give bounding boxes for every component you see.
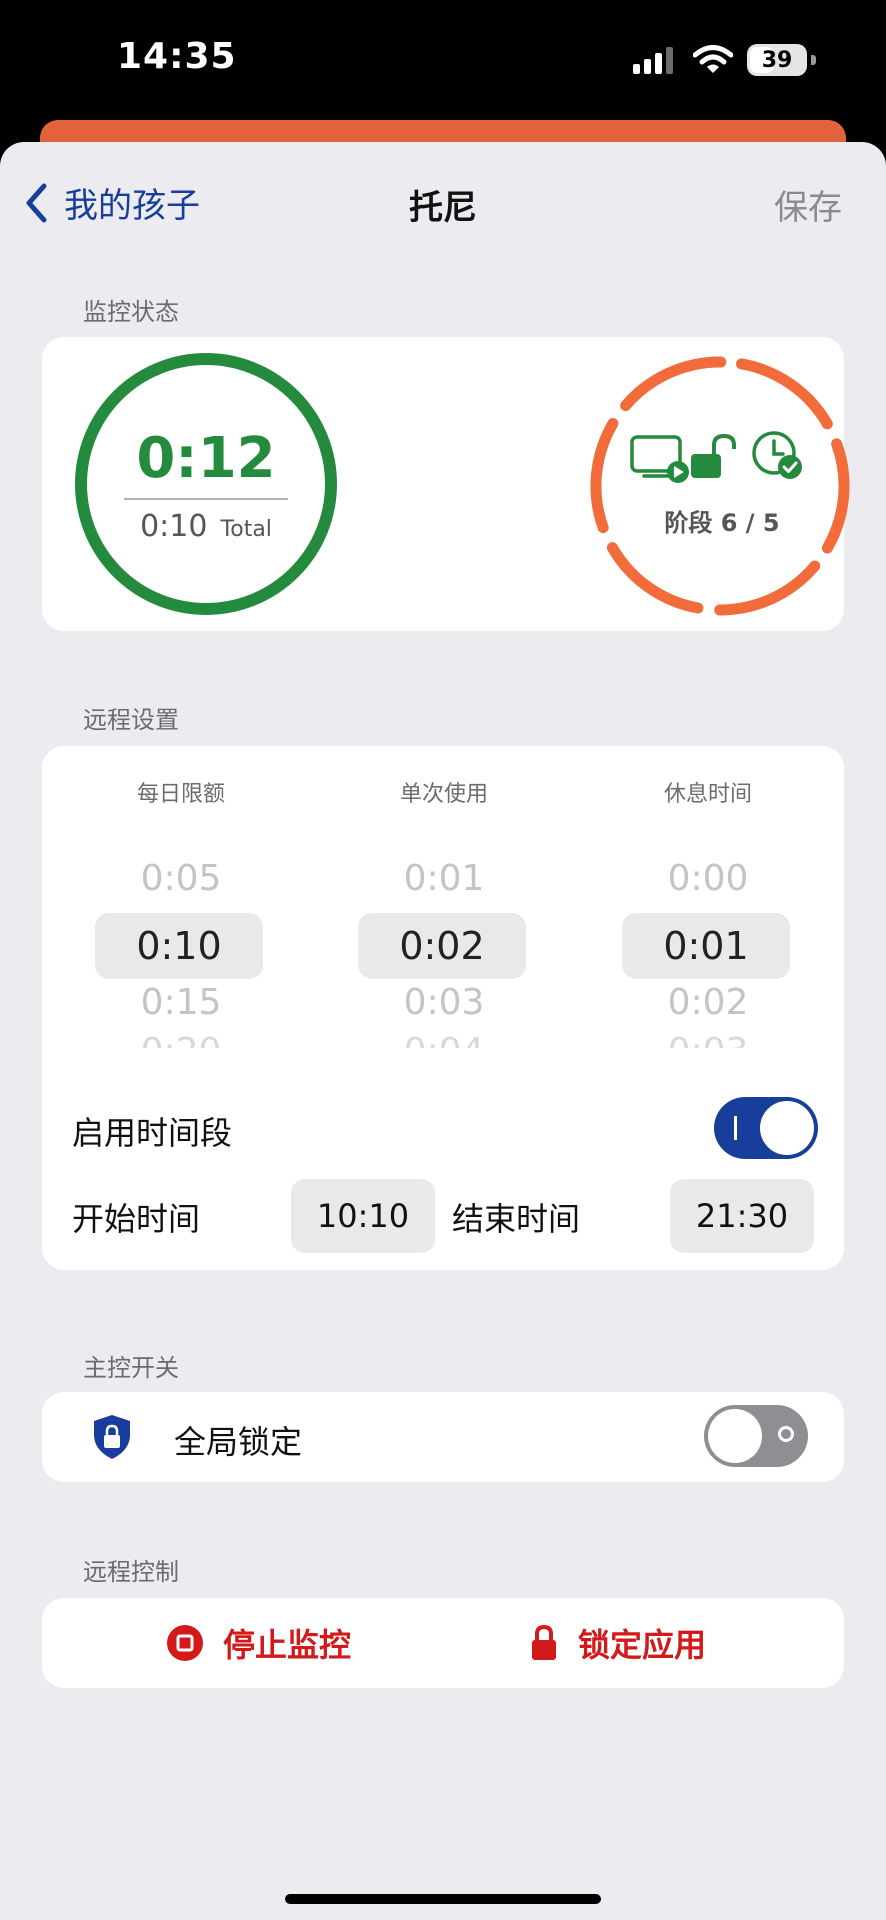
stop-monitoring-label: 停止监控 xyxy=(223,1626,352,1664)
time-used: 0:12 xyxy=(136,426,275,491)
picker-selected[interactable]: 0:02 xyxy=(358,913,526,979)
usage-ring: 0:12 0:10 Total xyxy=(75,353,337,615)
child-settings-sheet: 我的孩子 托尼 保存 监控状态 0:12 0:10 Total 阶段 6 / 5… xyxy=(0,142,886,1920)
picker-option-faint: 0:03 xyxy=(622,1034,794,1048)
picker-option-faint: 0:20 xyxy=(95,1034,267,1048)
wifi-icon xyxy=(693,45,733,73)
section-header-remote-control: 远程控制 xyxy=(83,1558,179,1586)
battery-level: 39 xyxy=(761,47,793,73)
picker-option-below[interactable]: 0:02 xyxy=(622,982,794,1023)
svg-text:0:10 Total: 0:10 Total xyxy=(140,509,272,544)
lock-apps-button[interactable]: 锁定应用 xyxy=(530,1598,706,1688)
picker-label-daily-limit: 每日限额 xyxy=(136,782,225,807)
picker-label-single-use: 单次使用 xyxy=(399,782,488,807)
picker-selected[interactable]: 0:10 xyxy=(95,913,263,979)
section-header-master-switch: 主控开关 xyxy=(83,1354,179,1382)
section-header-remote-settings: 远程设置 xyxy=(83,706,179,734)
enable-period-label: 启用时间段 xyxy=(72,1114,233,1152)
picker-label-rest-time: 休息时间 xyxy=(663,782,752,807)
cellular-signal-icon xyxy=(633,47,673,74)
status-time: 14:35 xyxy=(117,36,237,77)
status-icons: 39 xyxy=(633,42,816,78)
picker-option-above[interactable]: 0:00 xyxy=(622,858,794,899)
time-total: 0:10 xyxy=(140,509,207,544)
home-indicator xyxy=(285,1894,601,1904)
lock-icon xyxy=(532,1624,556,1660)
phase-label: 阶段 6 / 5 xyxy=(664,509,780,537)
remote-settings-card: 每日限额 0:05 0:10 0:15 0:20 单次使用 0:01 0:02 … xyxy=(42,746,844,1270)
phase-indicator: 阶段 6 / 5 xyxy=(557,337,886,637)
global-lock-label: 全局锁定 xyxy=(174,1423,303,1461)
total-label: Total xyxy=(220,517,272,542)
picker-option-below[interactable]: 0:15 xyxy=(95,982,267,1023)
monitor-status-card: 0:12 0:10 Total 阶段 6 / 5 xyxy=(42,337,850,631)
section-header-monitor: 监控状态 xyxy=(83,298,179,326)
nav-bar: 我的孩子 托尼 保存 xyxy=(0,142,886,260)
stop-circle-icon xyxy=(167,1625,203,1661)
picker-selected[interactable]: 0:01 xyxy=(622,913,790,979)
save-button[interactable]: 保存 xyxy=(774,180,842,229)
screen-play-icon xyxy=(630,435,689,483)
remote-control-card: 停止监控 锁定应用 xyxy=(42,1598,844,1688)
global-lock-toggle[interactable] xyxy=(704,1405,808,1467)
start-time-label: 开始时间 xyxy=(72,1200,201,1238)
page-title: 托尼 xyxy=(409,188,477,228)
end-time-label: 结束时间 xyxy=(452,1200,581,1238)
battery-icon: 39 xyxy=(747,44,807,76)
picker-option-faint: 0:04 xyxy=(358,1034,530,1048)
battery-tip xyxy=(811,55,816,65)
phase-ring xyxy=(590,356,850,616)
stop-monitoring-button[interactable]: 停止监控 xyxy=(167,1598,351,1688)
picker-option-below[interactable]: 0:03 xyxy=(358,982,530,1023)
start-time-button[interactable]: 10:10 xyxy=(291,1179,435,1253)
lock-apps-label: 锁定应用 xyxy=(578,1626,707,1664)
end-time-button[interactable]: 21:30 xyxy=(670,1179,814,1253)
picker-option-above[interactable]: 0:01 xyxy=(358,858,530,899)
picker-option-above[interactable]: 0:05 xyxy=(95,858,267,899)
clock-check-icon xyxy=(752,431,802,479)
status-bar: 14:35 39 xyxy=(0,0,886,120)
master-switch-card: 全局锁定 xyxy=(42,1392,844,1482)
unlocked-icon xyxy=(691,433,736,478)
shield-lock-icon xyxy=(94,1415,130,1459)
enable-period-toggle[interactable] xyxy=(714,1097,818,1159)
